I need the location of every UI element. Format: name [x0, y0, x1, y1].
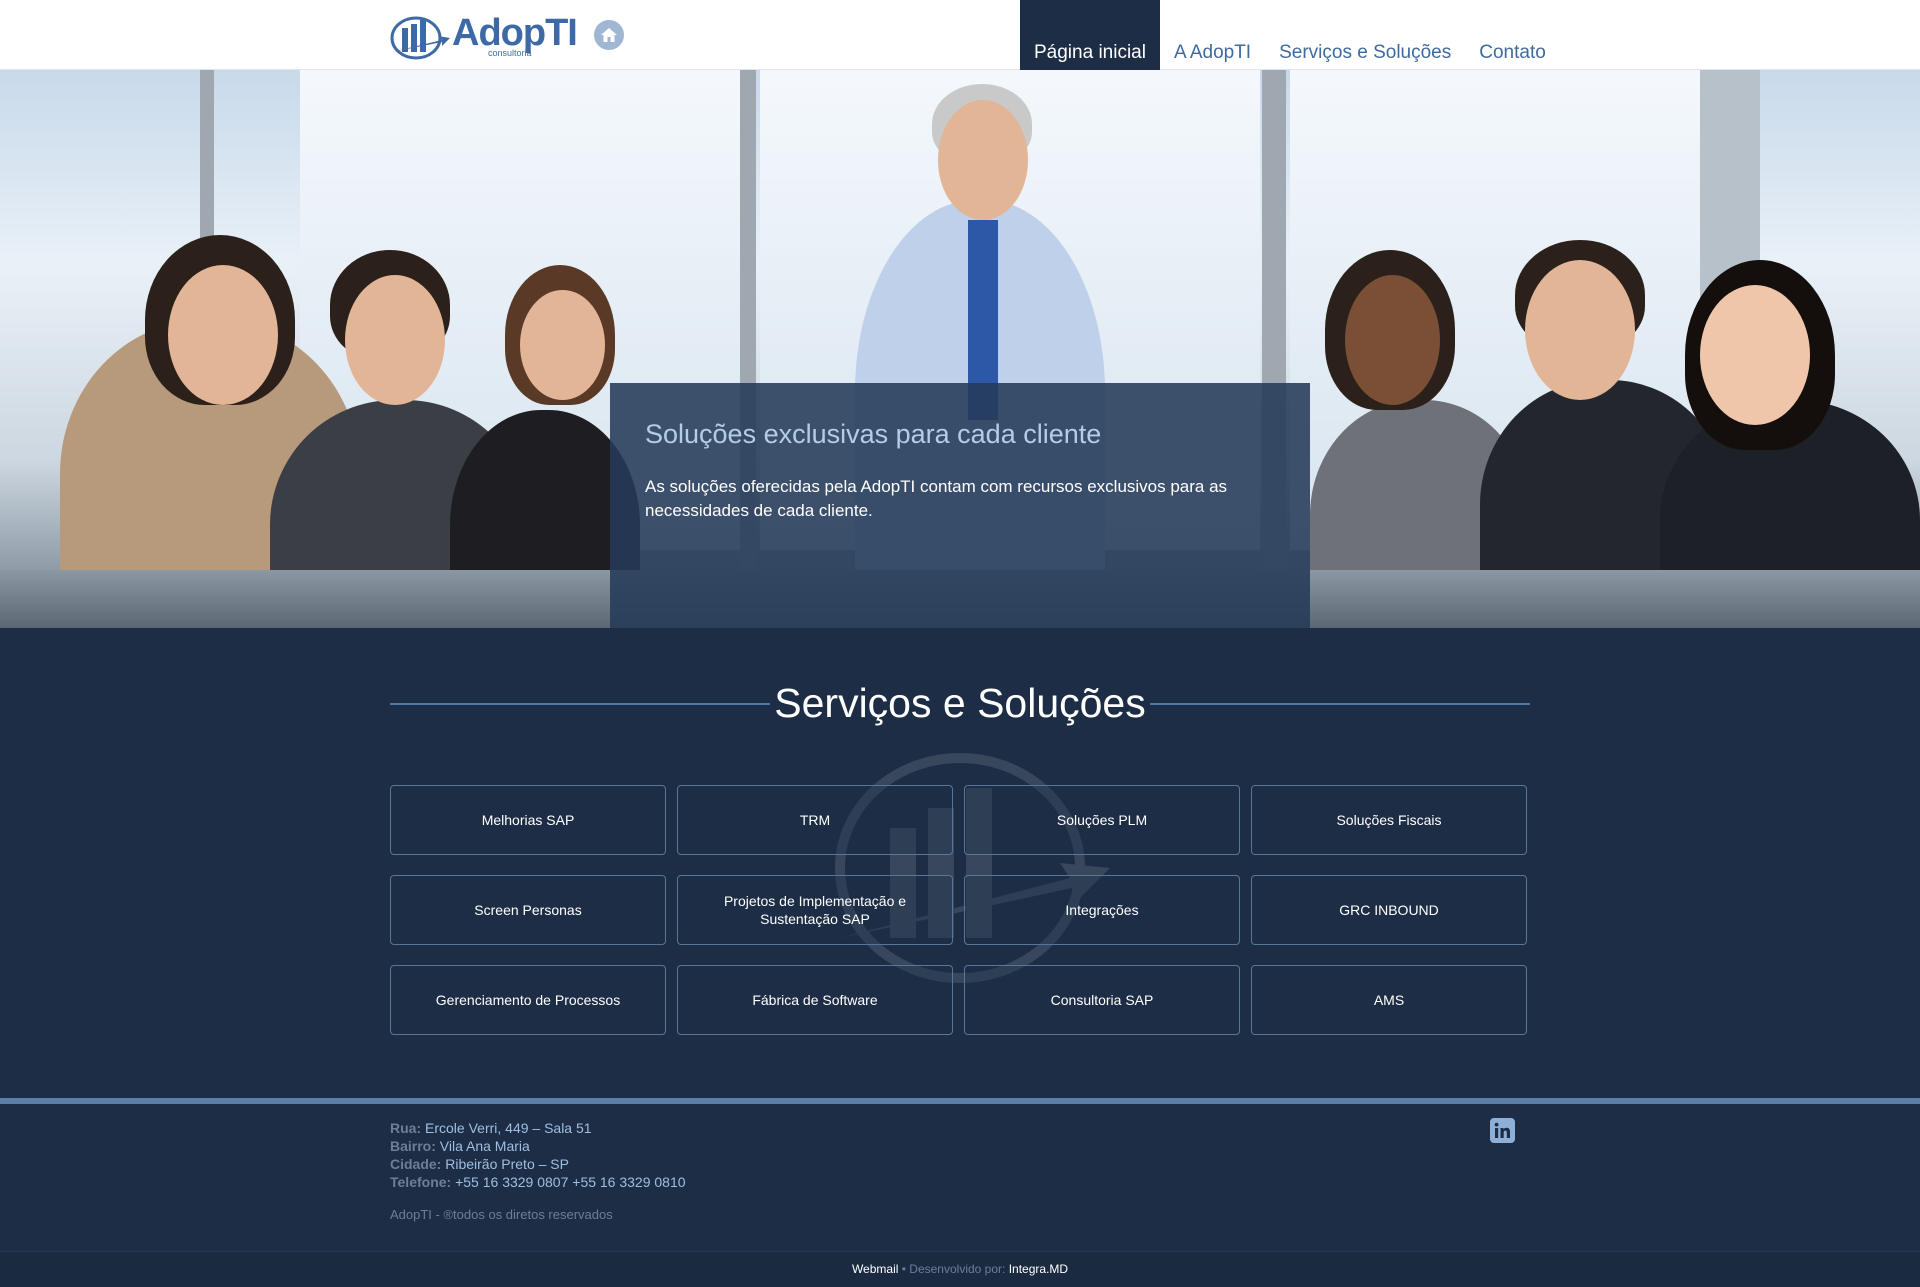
- person-photo: [345, 275, 445, 405]
- address-phone: Telefone: +55 16 3329 0807 +55 16 3329 0…: [390, 1173, 686, 1191]
- hero-banner: Soluções exclusivas para cada cliente As…: [0, 70, 1920, 628]
- person-photo: [938, 100, 1028, 220]
- copyright: AdopTI - ®todos os diretos reservados: [390, 1207, 613, 1222]
- webmail-link[interactable]: Webmail: [852, 1262, 898, 1276]
- service-card[interactable]: Soluções Fiscais: [1251, 785, 1527, 855]
- service-card[interactable]: AMS: [1251, 965, 1527, 1035]
- linkedin-icon[interactable]: [1490, 1118, 1515, 1143]
- address-street: Rua: Ercole Verri, 449 – Sala 51: [390, 1119, 686, 1137]
- address-phone-value: +55 16 3329 0807 +55 16 3329 0810: [455, 1174, 686, 1190]
- logo-subtitle: consultoria: [488, 48, 532, 58]
- address-district-value: Vila Ana Maria: [439, 1138, 530, 1154]
- service-card[interactable]: TRM: [677, 785, 953, 855]
- address-district-label: Bairro:: [390, 1138, 436, 1154]
- nav-item-services[interactable]: Serviços e Soluções: [1265, 0, 1465, 70]
- person-photo: [1525, 260, 1635, 400]
- services-section: Serviços e Soluções Melhorias SAP TRM So…: [0, 628, 1920, 1098]
- nav-item-about[interactable]: A AdopTI: [1160, 0, 1265, 70]
- services-grid: Melhorias SAP TRM Soluções PLM Soluções …: [390, 785, 1530, 1035]
- address-block: Rua: Ercole Verri, 449 – Sala 51 Bairro:…: [390, 1119, 686, 1191]
- bottom-separator: •: [901, 1262, 906, 1276]
- person-photo: [520, 290, 605, 400]
- site-header: AdopTI consultoria Página inicial A Adop…: [0, 0, 1920, 70]
- hero-caption: Soluções exclusivas para cada cliente As…: [610, 383, 1310, 628]
- service-card[interactable]: Soluções PLM: [964, 785, 1240, 855]
- hero-text: As soluções oferecidas pela AdopTI conta…: [645, 477, 1228, 520]
- site-footer: Rua: Ercole Verri, 449 – Sala 51 Bairro:…: [0, 1104, 1920, 1251]
- developed-by-label: Desenvolvido por:: [909, 1262, 1006, 1276]
- service-card[interactable]: Melhorias SAP: [390, 785, 666, 855]
- address-phone-label: Telefone:: [390, 1174, 452, 1190]
- service-card[interactable]: Consultoria SAP: [964, 965, 1240, 1035]
- person-photo: [168, 265, 278, 405]
- nav-item-contact[interactable]: Contato: [1465, 0, 1560, 70]
- service-card[interactable]: Projetos de Implementação e Sustentação …: [677, 875, 953, 945]
- main-nav: Página inicial A AdopTI Serviços e Soluç…: [1020, 0, 1560, 70]
- bottom-bar: Webmail • Desenvolvido por: Integra.MD: [0, 1251, 1920, 1287]
- address-street-value: Ercole Verri, 449 – Sala 51: [425, 1120, 592, 1136]
- home-icon[interactable]: [594, 20, 624, 50]
- address-district: Bairro: Vila Ana Maria: [390, 1137, 686, 1155]
- section-title-text: Serviços e Soluções: [770, 680, 1150, 726]
- address-city: Cidade: Ribeirão Preto – SP: [390, 1155, 686, 1173]
- service-card[interactable]: Gerenciamento de Processos: [390, 965, 666, 1035]
- logo-mark-icon: [390, 16, 450, 60]
- logo[interactable]: AdopTI consultoria: [390, 8, 578, 60]
- person-photo: [1345, 275, 1440, 405]
- hero-title: Soluções exclusivas para cada cliente: [645, 419, 1102, 449]
- service-card[interactable]: Fábrica de Software: [677, 965, 953, 1035]
- service-card[interactable]: Integrações: [964, 875, 1240, 945]
- address-city-label: Cidade:: [390, 1156, 442, 1172]
- nav-item-home[interactable]: Página inicial: [1020, 0, 1160, 70]
- service-card[interactable]: GRC INBOUND: [1251, 875, 1527, 945]
- address-city-value: Ribeirão Preto – SP: [445, 1156, 569, 1172]
- service-card[interactable]: Screen Personas: [390, 875, 666, 945]
- developer-link[interactable]: Integra.MD: [1009, 1262, 1068, 1276]
- address-street-label: Rua:: [390, 1120, 422, 1136]
- person-photo: [1700, 285, 1810, 425]
- section-title: Serviços e Soluções: [0, 680, 1920, 727]
